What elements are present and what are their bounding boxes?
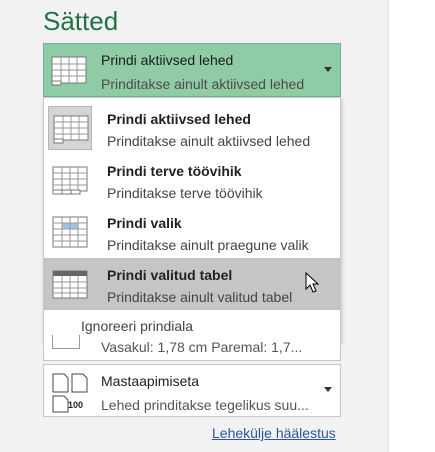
entire-workbook-icon xyxy=(48,158,92,202)
menu-item-desc: Prinditakse terve töövihik xyxy=(107,185,263,201)
menu-item-selected-table[interactable]: Prindi valitud tabel Prinditakse ainult … xyxy=(44,258,340,310)
print-what-selected-label: Prindi aktiivsed lehed xyxy=(101,52,234,68)
scaling-icon-label: 100 xyxy=(68,400,84,410)
menu-item-active-sheets[interactable]: Prindi aktiivsed lehed Prinditakse ainul… xyxy=(44,102,340,154)
preview-area xyxy=(388,0,435,452)
menu-item-label: Prindi valik xyxy=(107,215,182,231)
print-what-menu: Prindi aktiivsed lehed Prinditakse ainul… xyxy=(43,97,341,342)
selection-icon xyxy=(48,210,92,254)
menu-item-entire-workbook[interactable]: Prindi terve töövihik Prinditakse terve … xyxy=(44,154,340,206)
page-title: Sätted xyxy=(43,6,119,36)
scaling-label: Mastaapimiseta xyxy=(101,373,200,389)
print-what-dropdown[interactable]: Prindi aktiivsed lehed Prinditakse ainul… xyxy=(43,43,341,97)
print-what-selected-desc: Prinditakse ainult aktiivsed lehed xyxy=(101,76,305,92)
chevron-down-icon xyxy=(324,387,332,392)
menu-item-desc: Prinditakse ainult aktiivsed lehed xyxy=(107,133,311,149)
active-sheets-icon xyxy=(50,55,90,92)
scaling-dropdown[interactable]: 100 Mastaapimiseta Lehed prinditakse teg… xyxy=(43,364,341,417)
scaling-desc: Lehed prinditakse tegelikus suu... xyxy=(101,397,309,413)
menu-item-label: Prindi aktiivsed lehed xyxy=(107,111,251,127)
menu-item-desc: Prinditakse ainult praegune valik xyxy=(107,237,309,253)
menu-item-label: Prindi valitud tabel xyxy=(107,267,233,283)
selected-table-icon xyxy=(48,262,92,306)
page-setup-link[interactable]: Lehekülje häälestus xyxy=(212,425,336,441)
ignore-print-area-option[interactable]: Ignoreeri prindiala xyxy=(81,318,193,334)
margins-icon xyxy=(52,335,80,349)
margins-dropdown[interactable]: Vasakul: 1,78 cm Paremal: 1,7... xyxy=(43,335,341,361)
menu-item-selection[interactable]: Prindi valik Prinditakse ainult praegune… xyxy=(44,206,340,258)
menu-item-label: Prindi terve töövihik xyxy=(107,163,242,179)
no-scaling-icon xyxy=(50,370,94,419)
mouse-cursor-icon xyxy=(305,271,321,299)
active-sheets-icon xyxy=(48,106,92,150)
chevron-down-icon xyxy=(324,67,332,72)
margins-text: Vasakul: 1,78 cm Paremal: 1,7... xyxy=(101,339,303,355)
menu-item-desc: Prinditakse ainult valitud tabel xyxy=(107,289,293,305)
